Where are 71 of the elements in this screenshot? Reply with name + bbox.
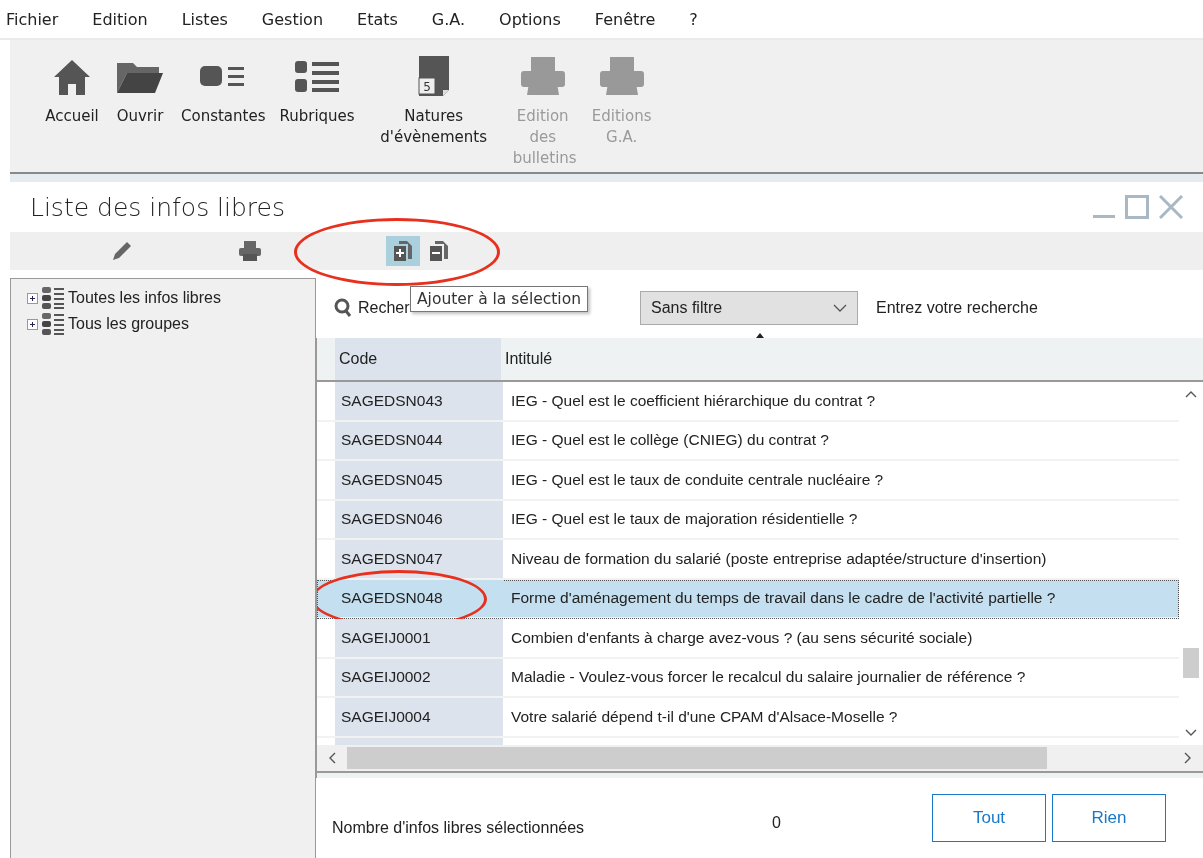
selection-count: 0 bbox=[772, 813, 782, 832]
table-row[interactable]: SAGEIJ0004 Votre salarié dépend t-il d'une CPAM d'Alsace-Moselle ? bbox=[317, 698, 1179, 738]
table-row[interactable]: SAGEIJ0001 Combien d'enfants à charge avez-vous ? (au sens sécurité sociale) bbox=[317, 619, 1179, 659]
table-cell: SAGEDSN047 bbox=[335, 540, 503, 578]
tree-item[interactable]: Toutes les infos libres bbox=[27, 285, 315, 311]
table-cell-text: IEG - Quel est le coefficient hiérarchique du contrat ? bbox=[510, 390, 876, 411]
scroll-left-icon[interactable] bbox=[327, 752, 337, 764]
scrollbar-thumb[interactable] bbox=[347, 747, 1047, 769]
table-cell-text: Forme d'aménagement du temps de travail dans le cadre de l'activité partielle ? bbox=[510, 588, 1056, 609]
selection-count-label: Nombre d'infos libres sélectionnées bbox=[332, 818, 586, 837]
table-row[interactable]: SAGEDSN046 IEG - Quel est le taux de majoration résidentielle ? bbox=[317, 500, 1179, 540]
printer-icon bbox=[238, 240, 262, 262]
table-cell: SAGEDSN045 bbox=[335, 461, 503, 499]
filter-dropdown[interactable]: Sans filtre bbox=[640, 291, 858, 325]
table-cell-text: IEG - Quel est le taux de majoration résidentielle ? bbox=[510, 509, 858, 530]
list-icon bbox=[295, 60, 340, 94]
pencil-icon bbox=[111, 240, 133, 262]
table-cell-text: IEG - Quel est le collège (CNIEG) du contrat ? bbox=[510, 430, 829, 451]
table-row[interactable]: SAGEIJ0002 Maladie - Voulez-vous forcer le recalcul du salaire journalier de référence ? bbox=[317, 658, 1179, 698]
table-cell-text: IEG - Quel est le taux de conduite centrale nucléaire ? bbox=[510, 469, 884, 490]
list-icon bbox=[42, 313, 64, 335]
table-cell: SAGEIJ0004 bbox=[335, 698, 503, 736]
tree-item[interactable]: Tous les groupes bbox=[27, 311, 315, 337]
chevron-down-icon bbox=[833, 304, 847, 312]
menu-item[interactable]: ? bbox=[689, 9, 698, 29]
table-cell-text: Votre salarié dépend t-il d'une CPAM d'Alsace-Moselle ? bbox=[510, 706, 898, 727]
menu-item[interactable]: Fenêtre bbox=[594, 9, 656, 29]
table-row[interactable]: SAGEDSN043 IEG - Quel est le coefficient hiérarchique du contrat ? bbox=[317, 382, 1179, 422]
table-cell-text: Combien d'enfants à charge avez-vous ? (au sens sécurité sociale) bbox=[510, 627, 973, 648]
scroll-up-icon[interactable] bbox=[1185, 390, 1197, 398]
scroll-down-icon[interactable] bbox=[1185, 729, 1197, 737]
table-cell: SAGEDSN044 bbox=[335, 421, 503, 459]
menu-item[interactable]: G.A. bbox=[431, 9, 466, 29]
menu-item[interactable]: Fichier bbox=[6, 9, 59, 29]
menu-item[interactable]: Gestion bbox=[261, 9, 324, 29]
window-title: Liste des infos libres bbox=[30, 192, 285, 222]
menu-item[interactable]: Options bbox=[499, 9, 561, 29]
toolbar-button[interactable]: 5 Natures d'évènements bbox=[363, 52, 504, 148]
column-header[interactable]: Intitulé bbox=[501, 338, 553, 380]
printer-icon bbox=[599, 57, 644, 97]
table-cell-text: Niveau de formation du salarié (poste entreprise adaptée/structure d'insertion) bbox=[510, 548, 1047, 569]
list-icon bbox=[42, 287, 64, 309]
printer-icon bbox=[520, 57, 565, 97]
menu-item[interactable]: Listes bbox=[181, 9, 228, 29]
table-cell: SAGEIJ0001 bbox=[335, 619, 503, 657]
document-minus-icon bbox=[428, 240, 450, 262]
expand-icon[interactable] bbox=[27, 318, 38, 330]
select-button[interactable]: Tout bbox=[932, 794, 1046, 842]
menu-item[interactable]: Edition bbox=[92, 9, 148, 29]
scroll-right-icon[interactable] bbox=[1183, 752, 1193, 764]
table-cell-text: Maladie - Voulez-vous forcer le recalcul du salaire journalier de référence ? bbox=[510, 667, 1026, 688]
document-plus-icon bbox=[392, 240, 414, 262]
toolbar-button[interactable]: Accueil bbox=[40, 52, 104, 127]
table-row[interactable]: SAGEDSN045 IEG - Quel est le taux de conduite centrale nucléaire ? bbox=[317, 461, 1179, 501]
expand-icon[interactable] bbox=[27, 292, 38, 304]
tooltip: Ajouter à la sélection bbox=[410, 286, 588, 312]
horizontal-scrollbar[interactable] bbox=[317, 745, 1203, 773]
column-header[interactable]: Code bbox=[335, 338, 501, 380]
table-cell: SAGEDSN043 bbox=[335, 382, 503, 420]
toolbar-button[interactable]: Constantes bbox=[176, 52, 271, 127]
select-button[interactable]: Rien bbox=[1052, 794, 1166, 842]
table-cell: SAGEDSN046 bbox=[335, 500, 503, 538]
menu-item[interactable]: Etats bbox=[357, 9, 398, 29]
search-icon bbox=[334, 298, 352, 318]
add-to-selection-button[interactable] bbox=[386, 236, 420, 266]
table-row[interactable]: SAGEDSN044 IEG - Quel est le collège (CNIEG) du contrat ? bbox=[317, 421, 1179, 461]
toolbar-button[interactable]: Rubriques bbox=[274, 52, 360, 127]
scrollbar-thumb[interactable] bbox=[1183, 648, 1199, 678]
toolbar-button[interactable]: Ouvrir bbox=[108, 52, 172, 127]
table-cell: SAGEIJ0002 bbox=[335, 658, 503, 696]
home-icon bbox=[52, 57, 92, 97]
